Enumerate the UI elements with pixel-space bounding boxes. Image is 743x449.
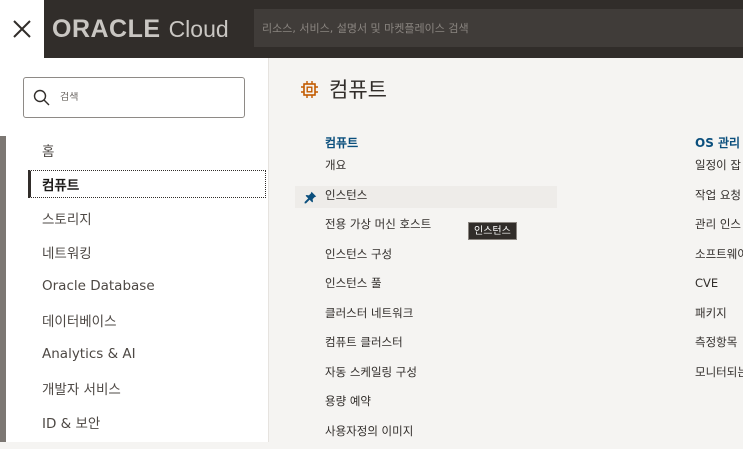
menu-item-label: 컴퓨트	[42, 174, 79, 194]
search-icon	[33, 89, 50, 106]
menu-search-box[interactable]	[23, 77, 245, 118]
menu-item-compute[interactable]: 컴퓨트	[28, 170, 266, 198]
link-overview[interactable]: 개요	[325, 154, 431, 184]
link-cve[interactable]: CVE	[695, 272, 743, 302]
menu-item-developer-services[interactable]: 개발자 서비스	[30, 374, 266, 402]
menu-search-input[interactable]	[60, 92, 230, 103]
menu-item-label: 스토리지	[42, 208, 92, 228]
menu-item-label: Oracle Database	[42, 278, 155, 294]
link-instance-pools[interactable]: 인스턴스 풀	[325, 272, 431, 302]
menu-item-label: 네트워킹	[42, 242, 92, 262]
pin-icon[interactable]	[304, 191, 317, 204]
chip-icon	[300, 80, 319, 99]
link-software-sources[interactable]: 소프트웨어	[695, 243, 743, 273]
link-capacity-reservations[interactable]: 용량 예약	[325, 390, 431, 420]
link-work-requests[interactable]: 작업 요청	[695, 184, 743, 214]
service-content: 컴퓨트 컴퓨트 개요 인스턴스 전용 가상 머신 호스트 인스턴스 구성 인스턴…	[269, 58, 743, 442]
page-header: 컴퓨트	[300, 74, 387, 104]
close-menu-button[interactable]	[0, 0, 44, 58]
link-instance-configurations[interactable]: 인스턴스 구성	[325, 243, 431, 273]
menu-item-label: 홈	[42, 140, 54, 160]
link-custom-images[interactable]: 사용자정의 이미지	[325, 420, 431, 449]
link-dedicated-vm-hosts[interactable]: 전용 가상 머신 호스트	[325, 213, 431, 243]
link-packages[interactable]: 패키지	[695, 302, 743, 332]
logo-product: Cloud	[169, 16, 229, 43]
panel-edge	[0, 136, 6, 442]
global-search-placeholder: 리소스, 서비스, 설명서 및 마켓플레이스 검색	[262, 20, 469, 36]
navigation-menu: 홈 컴퓨트 스토리지 네트워킹 Oracle Database 데이터베이스 A…	[0, 58, 269, 442]
link-compute-clusters[interactable]: 컴퓨트 클러스터	[325, 331, 431, 361]
menu-item-databases[interactable]: 데이터베이스	[30, 306, 266, 334]
menu-item-networking[interactable]: 네트워킹	[30, 238, 266, 266]
column-heading[interactable]: OS 관리	[695, 132, 743, 154]
menu-item-identity-security[interactable]: ID & 보안	[30, 408, 266, 436]
menu-item-storage[interactable]: 스토리지	[30, 204, 266, 232]
column-compute: 컴퓨트 개요 인스턴스 전용 가상 머신 호스트 인스턴스 구성 인스턴스 풀 …	[325, 132, 431, 449]
link-autoscaling-configurations[interactable]: 자동 스케일링 구성	[325, 361, 431, 391]
menu-item-label: 개발자 서비스	[42, 378, 121, 398]
menu-item-home[interactable]: 홈	[30, 136, 266, 164]
link-instances[interactable]: 인스턴스	[325, 184, 431, 214]
link-managed-instances[interactable]: 관리 인스	[695, 213, 743, 243]
oracle-cloud-logo[interactable]: ORACLE Cloud	[52, 14, 229, 44]
pin-tooltip: 인스턴스	[468, 222, 517, 240]
page-title: 컴퓨트	[329, 74, 387, 104]
global-search-input[interactable]: 리소스, 서비스, 설명서 및 마켓플레이스 검색	[254, 9, 743, 47]
logo-brand: ORACLE	[52, 15, 161, 44]
link-cluster-networks[interactable]: 클러스터 네트워크	[325, 302, 431, 332]
menu-item-label: 데이터베이스	[42, 310, 117, 330]
top-bar: ORACLE Cloud 리소스, 서비스, 설명서 및 마켓플레이스 검색	[0, 0, 743, 58]
column-os-management: OS 관리 일정이 잡 작업 요청 관리 인스 소프트웨어 CVE 패키지 측정…	[695, 132, 743, 390]
menu-item-oracle-database[interactable]: Oracle Database	[30, 272, 266, 300]
link-monitored[interactable]: 모니터되는	[695, 361, 743, 391]
menu-item-label: Analytics & AI	[42, 346, 136, 362]
close-icon	[11, 18, 33, 40]
link-metrics[interactable]: 측정항목	[695, 331, 743, 361]
column-heading[interactable]: 컴퓨트	[325, 132, 431, 154]
menu-item-label: ID & 보안	[42, 412, 100, 432]
menu-item-analytics-ai[interactable]: Analytics & AI	[30, 340, 266, 368]
link-scheduled-jobs[interactable]: 일정이 잡	[695, 154, 743, 184]
